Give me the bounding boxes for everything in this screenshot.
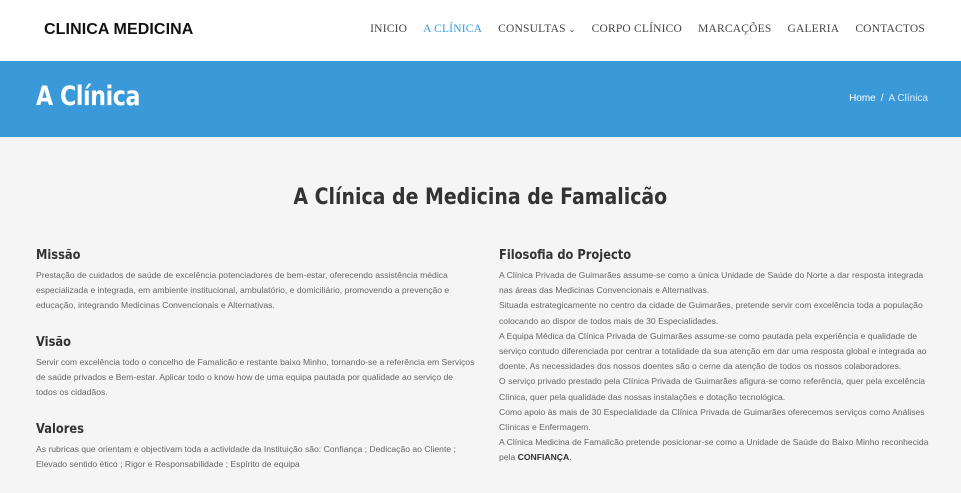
filosofia-paragraph: A Clínica Privada de Guimarães assume-se… <box>499 270 924 296</box>
visao-block: Visão Servir com excelência todo o conce… <box>36 335 476 401</box>
filosofia-text: A Clínica Privada de Guimarães assume-se… <box>499 268 939 466</box>
confianca-emphasis: CONFIANÇA <box>517 452 570 463</box>
visao-title: Visão <box>36 334 71 350</box>
filosofia-closing-period: . <box>569 452 572 463</box>
nav-item-galeria[interactable]: GALERIA <box>787 23 839 35</box>
nav-item-a-clinica[interactable]: A CLÍNICA <box>423 23 482 35</box>
missao-text: Prestação de cuidados de saúde de excelê… <box>36 270 450 311</box>
page-title: A Clínica <box>36 81 140 112</box>
missao-title: Missão <box>36 248 81 263</box>
right-column: Filosofia do Projecto A Clínica Privada … <box>499 248 939 466</box>
main-nav: INICIO A CLÍNICA CONSULTAS ⌄ CORPO CLÍNIC… <box>354 23 925 35</box>
valores-title: Valores <box>36 422 84 438</box>
valores-text: As rubricas que orientam e objectivam to… <box>36 444 456 470</box>
page-banner: A Clínica Home / A Clínica <box>0 61 961 137</box>
site-logo[interactable]: CLINICA MEDICINA <box>44 21 193 39</box>
visao-text: Servir com excelência todo o concelho de… <box>36 356 475 398</box>
filosofia-paragraph: A Clínica Medicina de Famalicão pretende… <box>499 435 939 465</box>
section-heading: A Clínica de Medicina de Famalicão <box>0 185 961 210</box>
main-content: A Clínica de Medicina de Famalicão Missã… <box>0 137 961 493</box>
left-column: Missão Prestação de cuidados de saúde de… <box>36 248 476 473</box>
filosofia-paragraph: Como apoio às mais de 30 Especialidade d… <box>499 406 925 433</box>
breadcrumb-home-link[interactable]: Home <box>849 93 876 104</box>
nav-item-corpo-clinico[interactable]: CORPO CLÍNICO <box>592 23 682 35</box>
valores-block: Valores As rubricas que orientam e objec… <box>36 422 476 472</box>
filosofia-paragraph: A Equipa Médica da Clínica Privada de Gu… <box>499 330 927 372</box>
nav-item-consultas[interactable]: CONSULTAS ⌄ <box>498 23 575 35</box>
nav-item-consultas-label: CONSULTAS <box>498 23 566 35</box>
nav-item-marcacoes[interactable]: MARCAÇÕES <box>698 23 771 35</box>
filosofia-paragraph: Situada estrategicamente no centro da ci… <box>499 300 923 326</box>
filosofia-paragraph: O serviço privado prestado pela Clínica … <box>499 376 926 402</box>
breadcrumb-separator: / <box>880 93 884 104</box>
breadcrumb-current: A Clínica <box>888 93 928 104</box>
nav-item-contactos[interactable]: CONTACTOS <box>855 23 925 35</box>
missao-block: Missão Prestação de cuidados de saúde de… <box>36 248 476 314</box>
chevron-down-icon: ⌄ <box>568 24 576 34</box>
nav-item-inicio[interactable]: INICIO <box>370 23 407 35</box>
breadcrumb: Home / A Clínica <box>849 93 928 104</box>
filosofia-title: Filosofia do Projecto <box>499 248 632 263</box>
section-heading-text: A Clínica de Medicina de Famalicão <box>293 185 668 210</box>
site-header: CLINICA MEDICINA INICIO A CLÍNICA CONSUL… <box>0 0 961 61</box>
